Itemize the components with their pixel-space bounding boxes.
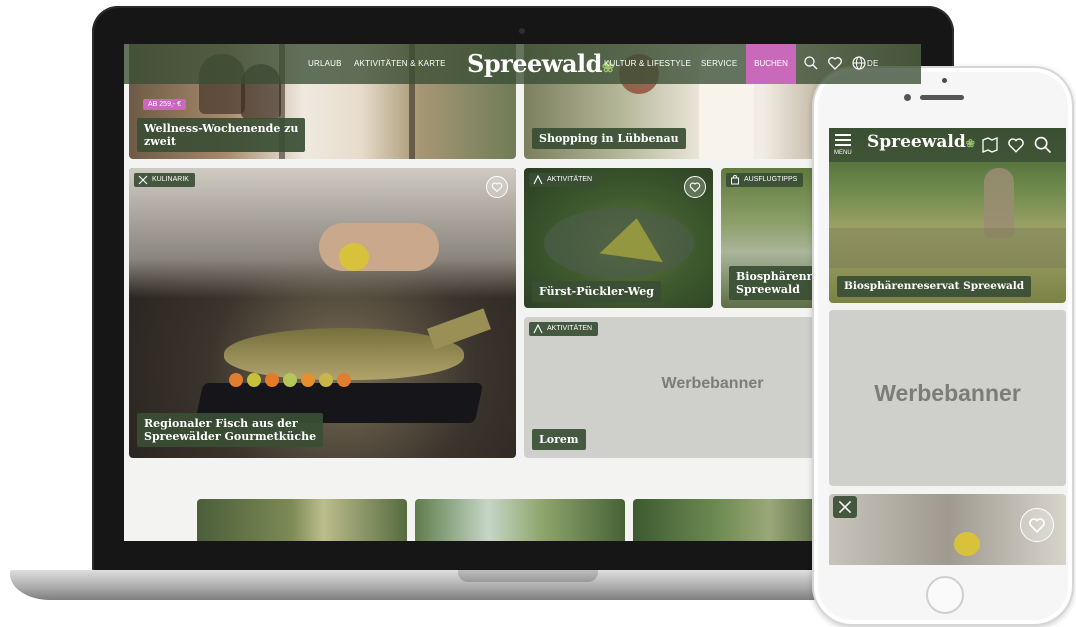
nav-urlaub[interactable]: URLAUB [308, 59, 342, 68]
price-badge: AB 259,- € [143, 99, 187, 110]
device-mockup: URLAUB AKTIVITÄTEN & KARTE Spreewald❀ KU… [0, 0, 1076, 627]
tile-title: Shopping in Lübbenau [532, 128, 686, 149]
leaf-icon: ❀ [965, 137, 975, 150]
favorite-heart-icon[interactable] [684, 176, 706, 198]
bag-icon [731, 175, 739, 185]
laptop-camera [519, 28, 525, 34]
brand-logo[interactable]: Spreewald❀ [467, 49, 614, 78]
phone-sensor [904, 94, 911, 101]
cutlery-icon [138, 175, 148, 185]
map-icon[interactable] [981, 136, 999, 154]
cutlery-icon [833, 496, 857, 518]
nav-kultur-lifestyle[interactable]: KULTUR & LIFESTYLE [604, 59, 691, 68]
globe-icon[interactable] [851, 55, 867, 71]
laptop-notch [458, 570, 598, 582]
mobile-ad-banner[interactable]: Werbebanner [829, 310, 1066, 486]
ad-banner-text: Werbebanner [874, 380, 1021, 406]
nav-aktivitaeten-karte[interactable]: AKTIVITÄTEN & KARTE [354, 59, 446, 68]
heart-icon[interactable] [827, 55, 843, 71]
tile-title: Biosphärenreservat Spreewald [837, 276, 1032, 297]
phone-speaker [920, 95, 964, 100]
desktop-screen: URLAUB AKTIVITÄTEN & KARTE Spreewald❀ KU… [124, 44, 921, 541]
search-icon[interactable] [1033, 135, 1053, 155]
tile-fuerst-pueckler[interactable]: AKTIVITÄTEN Fürst-Pückler-Weg [524, 168, 713, 308]
search-icon[interactable] [803, 55, 819, 71]
lorem-button[interactable]: Lorem [532, 429, 586, 450]
mobile-screen: MENU Spreewald❀ Biosphärenreservat Spree… [829, 128, 1066, 565]
tile-kulinarik[interactable]: KULINARIK Regionaler Fisch aus der Spreew… [129, 168, 516, 458]
activity-icon [533, 175, 543, 185]
tile-thumb[interactable] [197, 499, 407, 541]
phone-home-button[interactable] [926, 576, 964, 614]
category-tag: AKTIVITÄTEN [529, 322, 599, 336]
book-button[interactable]: BUCHEN [746, 44, 796, 84]
favorite-heart-icon[interactable] [486, 176, 508, 198]
activity-icon [533, 324, 543, 334]
menu-label[interactable]: MENU [834, 150, 852, 156]
mobile-navbar: MENU Spreewald❀ [829, 128, 1066, 162]
category-tag: AUSFLUGTIPPS [726, 173, 804, 187]
menu-icon[interactable] [835, 134, 851, 146]
tile-thumb[interactable] [415, 499, 625, 541]
desktop-navbar: URLAUB AKTIVITÄTEN & KARTE Spreewald❀ KU… [124, 44, 921, 84]
mobile-kulinarik-tile[interactable] [829, 494, 1066, 565]
tile-title: Fürst-Pückler-Weg [532, 281, 661, 302]
nav-service[interactable]: SERVICE [701, 59, 737, 68]
brand-logo[interactable]: Spreewald❀ [867, 132, 975, 152]
tile-title: Wellness-Wochenende zu zweit [137, 118, 306, 152]
heart-icon[interactable] [1007, 136, 1025, 154]
phone-camera [942, 78, 947, 83]
category-tag: KULINARIK [134, 173, 195, 187]
category-tag: AKTIVITÄTEN [529, 173, 599, 187]
language-label[interactable]: DE [867, 59, 879, 68]
tile-title: Regionaler Fisch aus der Spreewälder Gour… [137, 413, 324, 447]
favorite-heart-icon[interactable] [1020, 508, 1054, 542]
